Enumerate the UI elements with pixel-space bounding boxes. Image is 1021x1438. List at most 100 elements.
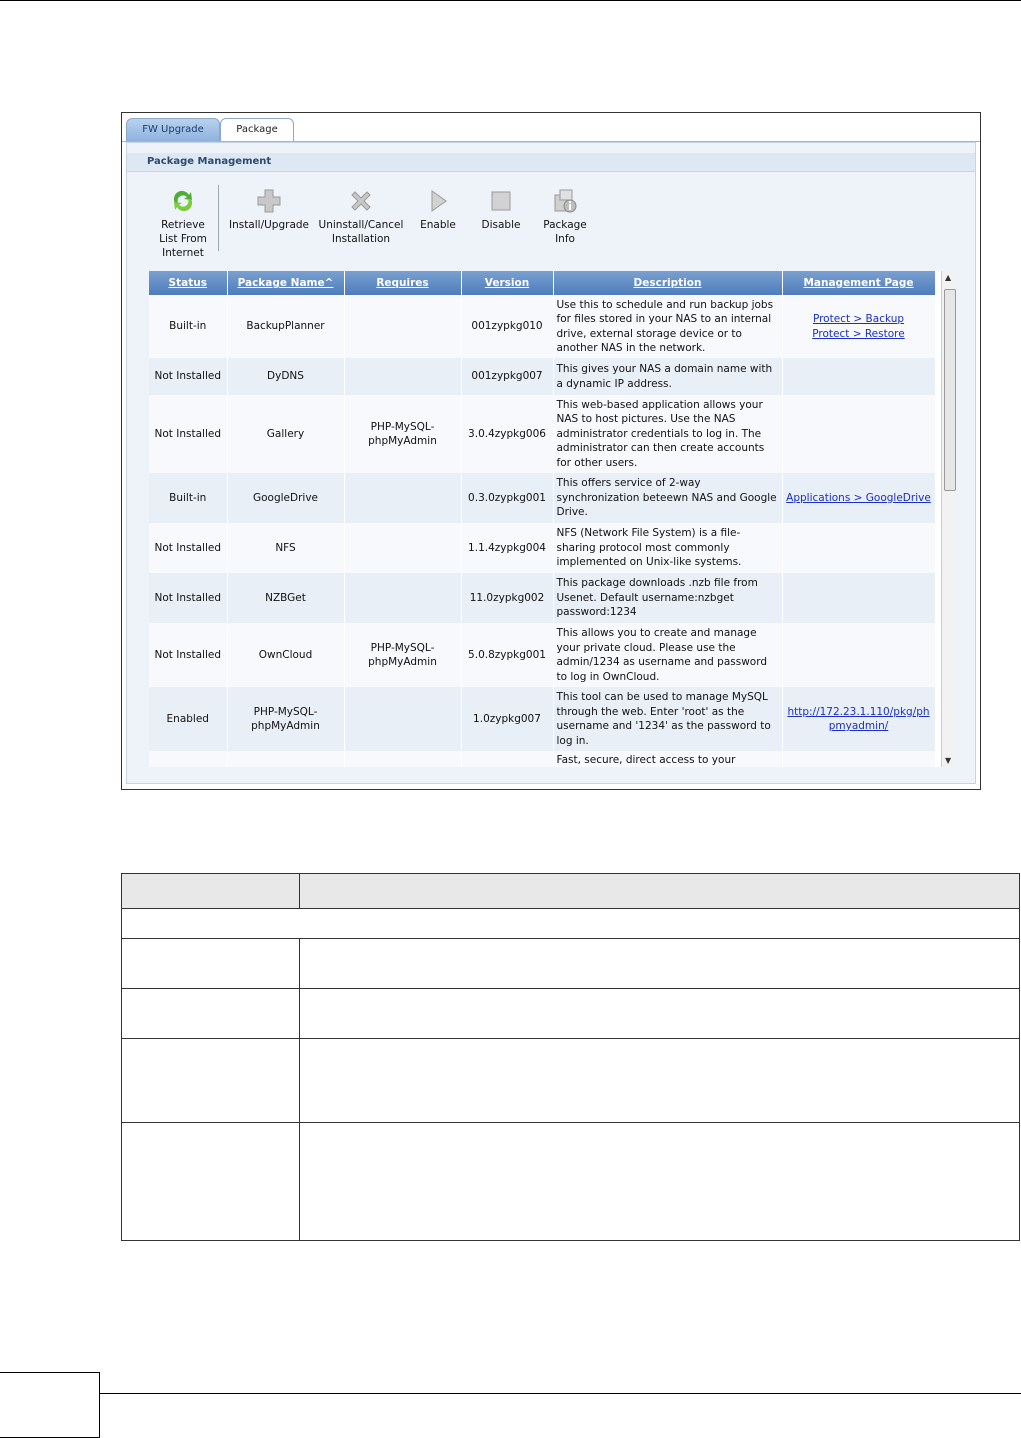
stop-icon xyxy=(491,191,511,211)
cell-version xyxy=(461,751,554,767)
package-table: Status Package Name^ Requires Version De… xyxy=(149,271,936,767)
cell-name: NFS xyxy=(227,523,345,573)
col-requires[interactable]: Requires xyxy=(344,271,462,295)
table-row xyxy=(121,908,1020,939)
cell-status: Not Installed xyxy=(149,395,228,473)
cell-management: Applications > GoogleDrive xyxy=(782,473,936,523)
cell-version: 1.0zypkg007 xyxy=(461,687,554,751)
enable-label: Enable xyxy=(420,219,456,231)
cell-status: Not Installed xyxy=(149,523,228,573)
cell-name: GoogleDrive xyxy=(227,473,345,523)
table-row[interactable]: Enabled PHP-MySQL-phpMyAdmin 1.0zypkg007… xyxy=(149,687,936,751)
cell-requires: PHP-MySQL-phpMyAdmin xyxy=(344,395,462,473)
refresh-icon xyxy=(173,190,193,212)
table-header-row xyxy=(121,873,1020,909)
cell-description: Use this to schedule and run backup jobs… xyxy=(553,295,783,358)
cell-name: PHP-MySQL-phpMyAdmin xyxy=(227,687,345,751)
cell-description: This allows you to create and manage you… xyxy=(553,623,783,687)
cell-status: Enabled xyxy=(149,687,228,751)
col-package-name[interactable]: Package Name^ xyxy=(227,271,345,295)
table-row[interactable]: Built-in GoogleDrive 0.3.0zypkg001 This … xyxy=(149,473,936,523)
link-protect-backup[interactable]: Protect > Backup xyxy=(813,313,904,325)
cell-version: 3.0.4zypkg006 xyxy=(461,395,554,473)
cell-management xyxy=(782,751,936,767)
package-panel: Package Management Retrieve List From In… xyxy=(126,142,976,784)
cell-management xyxy=(782,523,936,573)
package-info-label: Package Info xyxy=(543,219,587,245)
table-row[interactable]: Not Installed Gallery PHP-MySQL-phpMyAdm… xyxy=(149,395,936,473)
col-version[interactable]: Version xyxy=(461,271,554,295)
cell-status xyxy=(149,751,228,767)
play-icon xyxy=(431,190,447,212)
field-description-table xyxy=(121,873,1020,1241)
footer-rule xyxy=(100,1393,1021,1394)
tab-fw-upgrade[interactable]: FW Upgrade xyxy=(126,118,220,141)
page-number-box xyxy=(0,1372,100,1438)
toolbar-separator xyxy=(218,185,219,251)
cell-description: NFS (Network File System) is a file-shar… xyxy=(553,523,783,573)
table-row[interactable]: Fast, secure, direct access to your xyxy=(149,751,936,767)
table-row xyxy=(121,938,1020,989)
scroll-down-arrow-icon[interactable]: ▼ xyxy=(945,756,951,765)
tab-bar: FW Upgrade Package xyxy=(122,113,980,142)
package-info-button[interactable]: Package Info xyxy=(537,187,593,246)
disable-button[interactable]: Disable xyxy=(475,187,527,232)
install-label: Install/Upgrade xyxy=(228,219,310,231)
table-row[interactable]: Built-in BackupPlanner 001zypkg010 Use t… xyxy=(149,295,936,358)
link-protect-restore[interactable]: Protect > Restore xyxy=(812,328,904,340)
cell-management xyxy=(782,358,936,395)
scroll-up-arrow-icon[interactable]: ▲ xyxy=(945,273,951,282)
cell-requires xyxy=(344,573,462,623)
table-row[interactable]: Not Installed OwnCloud PHP-MySQL-phpMyAd… xyxy=(149,623,936,687)
cell-management xyxy=(782,623,936,687)
cell-status: Built-in xyxy=(149,295,228,358)
col-status[interactable]: Status xyxy=(149,271,228,295)
link-phpmyadmin[interactable]: http://172.23.1.110/pkg/phpmyadmin/ xyxy=(787,706,929,733)
cell-requires xyxy=(344,473,462,523)
cell-requires xyxy=(344,295,462,358)
cell-name: DyDNS xyxy=(227,358,345,395)
col-description[interactable]: Description xyxy=(553,271,783,295)
cell-description: Fast, secure, direct access to your xyxy=(553,751,783,767)
cell-description: This gives your NAS a domain name with a… xyxy=(553,358,783,395)
cell-management xyxy=(782,395,936,473)
table-row[interactable]: Not Installed NFS 1.1.4zypkg004 NFS (Net… xyxy=(149,523,936,573)
col-management-page[interactable]: Management Page xyxy=(782,271,936,295)
cell-status: Not Installed xyxy=(149,623,228,687)
scroll-thumb[interactable] xyxy=(944,289,956,491)
retrieve-label: Retrieve List From Internet xyxy=(159,219,207,259)
package-grid: Status Package Name^ Requires Version De… xyxy=(149,271,955,767)
cell-status: Not Installed xyxy=(149,358,228,395)
cell-management: Protect > Backup Protect > Restore xyxy=(782,295,936,358)
cell-requires: PHP-MySQL-phpMyAdmin xyxy=(344,623,462,687)
cell-description: This tool can be used to manage MySQL th… xyxy=(553,687,783,751)
table-row[interactable]: Not Installed NZBGet 11.0zypkg002 This p… xyxy=(149,573,936,623)
panel-title: Package Management xyxy=(127,153,975,172)
cell-version: 1.1.4zypkg004 xyxy=(461,523,554,573)
install-upgrade-button[interactable]: Install/Upgrade xyxy=(223,187,315,232)
enable-button[interactable]: Enable xyxy=(413,187,463,232)
cell-description: This web-based application allows your N… xyxy=(553,395,783,473)
cell-version: 0.3.0zypkg001 xyxy=(461,473,554,523)
delete-x-icon xyxy=(351,191,371,211)
table-row xyxy=(121,988,1020,1039)
disable-label: Disable xyxy=(481,219,521,231)
cell-version: 001zypkg010 xyxy=(461,295,554,358)
page-top-rule xyxy=(0,0,1021,1)
cell-status: Built-in xyxy=(149,473,228,523)
cell-status: Not Installed xyxy=(149,573,228,623)
cell-management: http://172.23.1.110/pkg/phpmyadmin/ xyxy=(782,687,936,751)
table-row xyxy=(121,1038,1020,1123)
grid-scrollbar[interactable]: ▲ ▼ xyxy=(941,271,956,767)
table-row[interactable]: Not Installed DyDNS 001zypkg007 This giv… xyxy=(149,358,936,395)
cell-requires xyxy=(344,687,462,751)
cell-name: BackupPlanner xyxy=(227,295,345,358)
cell-name: Gallery xyxy=(227,395,345,473)
uninstall-label: Uninstall/Cancel Installation xyxy=(318,219,404,245)
link-applications-googledrive[interactable]: Applications > GoogleDrive xyxy=(786,492,931,504)
retrieve-list-button[interactable]: Retrieve List From Internet xyxy=(149,187,217,260)
package-info-icon xyxy=(554,189,577,213)
uninstall-cancel-button[interactable]: Uninstall/Cancel Installation xyxy=(315,187,407,246)
cell-version: 5.0.8zypkg001 xyxy=(461,623,554,687)
tab-package[interactable]: Package xyxy=(220,118,294,141)
